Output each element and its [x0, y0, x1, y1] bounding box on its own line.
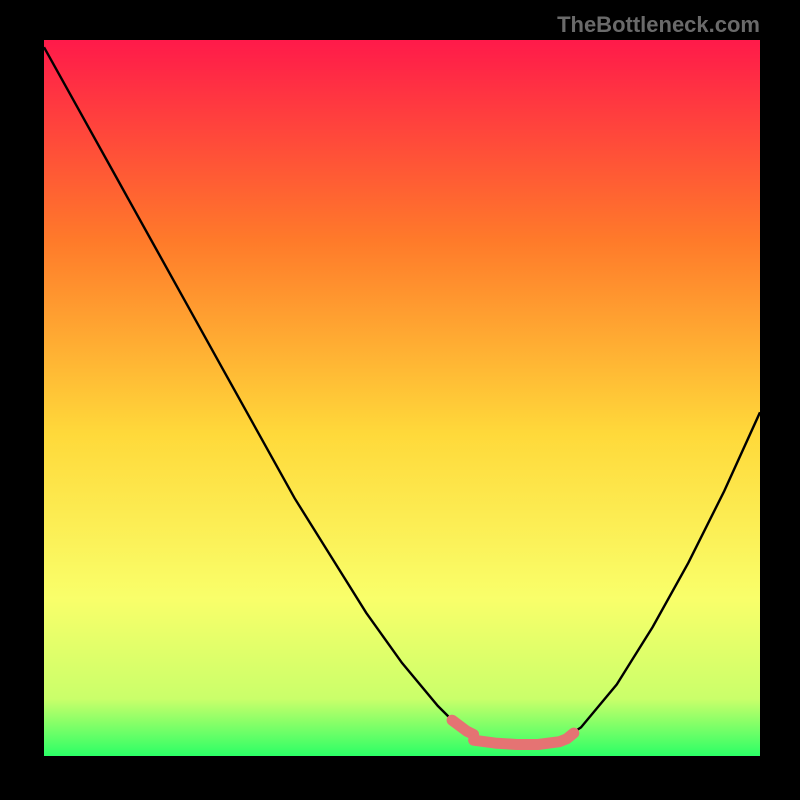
chart-container: TheBottleneck.com [0, 0, 800, 800]
bottleneck-curve [44, 40, 760, 756]
watermark-text: TheBottleneck.com [557, 12, 760, 38]
plot-area [44, 40, 760, 756]
